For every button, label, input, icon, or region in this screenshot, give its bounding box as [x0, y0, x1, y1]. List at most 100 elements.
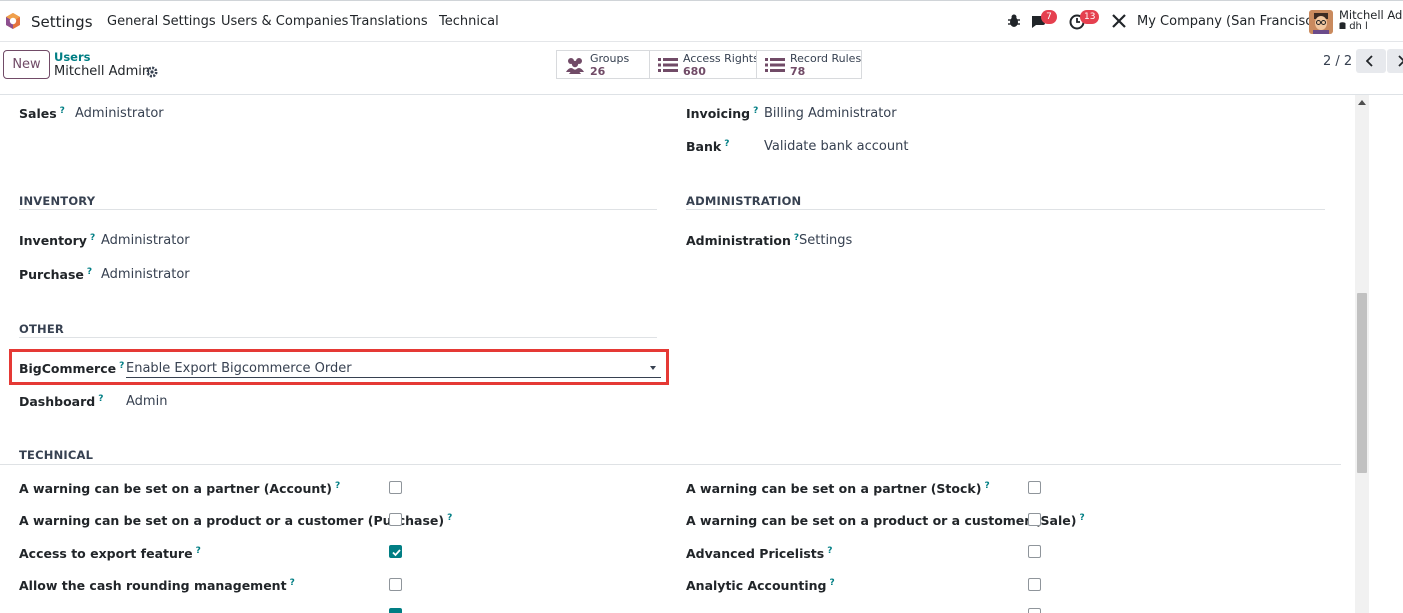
- menu-users-companies[interactable]: Users & Companies: [221, 14, 348, 29]
- menu-general-settings[interactable]: General Settings: [107, 14, 216, 29]
- user-avatar-icon: [1309, 10, 1333, 34]
- dashboard-value[interactable]: Admin: [126, 394, 167, 409]
- tech-checkbox-checked[interactable]: [389, 608, 402, 613]
- purchase-value[interactable]: Administrator: [101, 267, 190, 282]
- inventory-value[interactable]: Administrator: [101, 233, 190, 248]
- technical-section-title: TECHNICAL: [19, 448, 94, 462]
- bank-value[interactable]: Validate bank account: [764, 139, 908, 154]
- help-tooltip-icon[interactable]: ?: [984, 481, 989, 491]
- inventory-section-title: INVENTORY: [19, 194, 96, 208]
- chevron-left-icon: [1366, 55, 1373, 67]
- tech-right-label: Advanced Pricelists?: [686, 546, 833, 562]
- pager-value[interactable]: 2 / 2: [1323, 54, 1352, 69]
- section-divider: [19, 209, 657, 210]
- user-name[interactable]: Mitchell Adm: [1339, 8, 1403, 22]
- activities-count-badge: 13: [1080, 10, 1100, 24]
- tech-checkbox[interactable]: [1028, 608, 1041, 613]
- section-divider: [0, 464, 1341, 465]
- scrollbar-thumb[interactable]: [1357, 293, 1367, 473]
- help-tooltip-icon[interactable]: ?: [196, 546, 201, 556]
- help-tooltip-icon[interactable]: ?: [447, 513, 452, 523]
- dashboard-label: Dashboard?: [19, 394, 104, 410]
- help-tooltip-icon[interactable]: ?: [90, 233, 95, 243]
- tech-checkbox[interactable]: [389, 481, 402, 494]
- checkmark-icon: [392, 549, 401, 557]
- app-name[interactable]: Settings: [31, 13, 93, 31]
- help-tooltip-icon[interactable]: ?: [60, 106, 65, 116]
- help-tooltip-icon[interactable]: ?: [335, 481, 340, 491]
- section-divider: [19, 337, 657, 338]
- tech-left-label: A warning can be set on a product or a c…: [19, 513, 453, 529]
- new-button[interactable]: New: [3, 50, 50, 79]
- sales-value[interactable]: Administrator: [75, 106, 164, 121]
- list-icon: [765, 58, 785, 72]
- company-switcher[interactable]: My Company (San Francisco): [1137, 14, 1325, 29]
- access-rights-stat-label: Access Rights: [683, 52, 759, 65]
- help-tooltip-icon[interactable]: ?: [753, 106, 758, 116]
- tech-checkbox[interactable]: [1028, 513, 1041, 526]
- administration-label: Administration?: [686, 233, 800, 249]
- tech-left-label: A warning can be set on a partner (Accou…: [19, 481, 341, 497]
- tech-left-label: Access to export feature?: [19, 546, 201, 562]
- breadcrumb-current: Mitchell Admin: [54, 64, 151, 79]
- administration-value[interactable]: Settings: [799, 233, 852, 248]
- pager-previous-button[interactable]: [1356, 49, 1386, 73]
- control-panel: New Users Mitchell Admin Groups 26 Acces…: [0, 42, 1403, 95]
- user-database-name: dh l: [1349, 21, 1368, 32]
- tech-checkbox[interactable]: [1028, 545, 1041, 558]
- users-group-icon: [566, 58, 584, 74]
- vertical-scrollbar[interactable]: [1355, 95, 1369, 613]
- purchase-label: Purchase?: [19, 267, 93, 283]
- help-tooltip-icon[interactable]: ?: [829, 578, 834, 588]
- debug-bug-icon[interactable]: [1005, 12, 1023, 30]
- tools-icon[interactable]: [1110, 12, 1128, 30]
- other-section-title: OTHER: [19, 322, 64, 336]
- user-avatar[interactable]: [1309, 10, 1333, 34]
- help-tooltip-icon[interactable]: ?: [119, 361, 124, 371]
- tech-left-label: Allow the cash rounding management?: [19, 578, 295, 594]
- tech-checkbox[interactable]: [389, 513, 402, 526]
- bigcommerce-select[interactable]: Enable Export Bigcommerce Order: [126, 361, 656, 376]
- tech-checkbox-checked[interactable]: [389, 545, 402, 558]
- groups-stat-button[interactable]: Groups 26: [556, 50, 650, 79]
- caret-down-icon[interactable]: [650, 366, 656, 370]
- groups-stat-value: 26: [590, 65, 606, 78]
- help-tooltip-icon[interactable]: ?: [827, 546, 832, 556]
- gear-icon[interactable]: [145, 65, 159, 79]
- odoo-logo-icon[interactable]: [4, 12, 22, 30]
- scroll-up-arrow-icon[interactable]: [1358, 100, 1366, 105]
- administration-section-title: ADMINISTRATION: [686, 194, 802, 208]
- tech-right-label: A warning can be set on a partner (Stock…: [686, 481, 990, 497]
- record-rules-stat-value: 78: [790, 65, 806, 78]
- groups-stat-label: Groups: [590, 52, 630, 65]
- tech-checkbox[interactable]: [1028, 578, 1041, 591]
- section-divider: [686, 209, 1325, 210]
- pager-next-button[interactable]: [1387, 49, 1403, 73]
- messages-count-badge: 7: [1041, 10, 1057, 24]
- bigcommerce-label: BigCommerce?: [19, 361, 125, 377]
- access-rights-stat-button[interactable]: Access Rights 680: [649, 50, 759, 79]
- menu-technical[interactable]: Technical: [439, 14, 499, 29]
- inventory-label: Inventory?: [19, 233, 96, 249]
- record-rules-stat-label: Record Rules: [790, 52, 862, 65]
- invoicing-value[interactable]: Billing Administrator: [764, 106, 897, 121]
- invoicing-label: Invoicing?: [686, 106, 759, 122]
- record-rules-stat-button[interactable]: Record Rules 78: [756, 50, 862, 79]
- breadcrumb-users[interactable]: Users: [54, 50, 91, 64]
- help-tooltip-icon[interactable]: ?: [1079, 513, 1084, 523]
- help-tooltip-icon[interactable]: ?: [87, 267, 92, 277]
- user-database: dh l: [1339, 21, 1368, 32]
- tech-checkbox[interactable]: [389, 578, 402, 591]
- tech-right-label: A warning can be set on a product or a c…: [686, 513, 1085, 529]
- form-content: Sales? Administrator Invoicing? Billing …: [0, 95, 1341, 613]
- sales-label: Sales?: [19, 106, 65, 122]
- help-tooltip-icon[interactable]: ?: [98, 394, 103, 404]
- database-icon: [1339, 22, 1346, 29]
- list-icon: [658, 58, 678, 72]
- help-tooltip-icon[interactable]: ?: [290, 578, 295, 588]
- help-tooltip-icon[interactable]: ?: [724, 139, 729, 149]
- top-navbar: Settings General Settings Users & Compan…: [0, 0, 1403, 42]
- menu-translations[interactable]: Translations: [350, 14, 428, 29]
- tech-right-label: Analytic Accounting?: [686, 578, 835, 594]
- tech-checkbox[interactable]: [1028, 481, 1041, 494]
